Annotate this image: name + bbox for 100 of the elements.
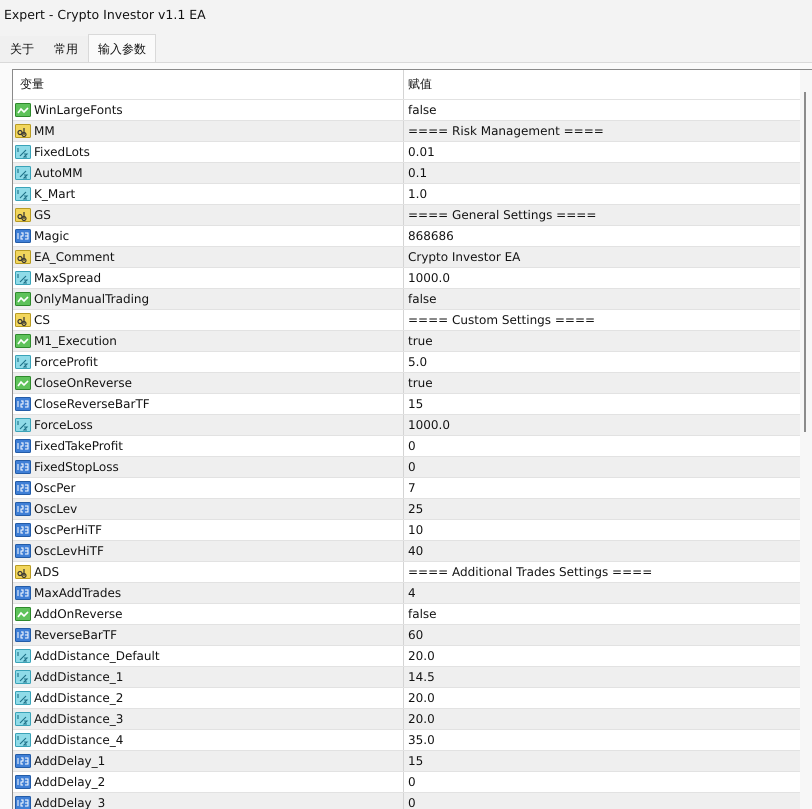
parameter-value[interactable]: 0: [408, 796, 416, 809]
column-header[interactable]: 赋值: [408, 77, 432, 91]
parameter-value[interactable]: ==== Custom Settings ====: [408, 313, 596, 327]
integer-type-icon: [15, 501, 31, 517]
integer-type-icon: [15, 585, 31, 601]
integer-type-icon: [15, 627, 31, 643]
parameter-name: AddDelay_2: [34, 774, 106, 791]
parameter-value[interactable]: 1.0: [408, 187, 428, 201]
scrollbar[interactable]: [800, 70, 812, 809]
parameter-value[interactable]: true: [408, 376, 433, 390]
parameter-name: ForceLoss: [34, 416, 93, 434]
parameter-value[interactable]: 7: [408, 481, 416, 495]
string-type-icon: [15, 249, 31, 265]
string-type-icon: [15, 564, 31, 580]
bool-chart-icon: [15, 102, 31, 118]
fraction-type-icon: [15, 270, 31, 286]
column-header[interactable]: 变量: [20, 70, 44, 99]
parameter-value[interactable]: 4: [408, 586, 416, 600]
parameter-value[interactable]: 20.0: [408, 649, 435, 663]
parameter-name: ADS: [34, 564, 60, 580]
scrollbar-thumb[interactable]: [804, 92, 806, 432]
parameter-value[interactable]: 15: [408, 754, 424, 768]
tab[interactable]: 输入参数: [88, 34, 156, 62]
parameter-value[interactable]: 25: [408, 502, 424, 516]
parameter-name: ForceProfit: [34, 354, 98, 370]
parameter-value[interactable]: ==== Risk Management ====: [408, 124, 604, 138]
integer-type-icon: [15, 228, 31, 244]
parameter-value[interactable]: 0: [408, 439, 416, 453]
integer-type-icon: [15, 753, 31, 769]
parameter-value[interactable]: 20.0: [408, 691, 435, 705]
parameter-name: AddOnReverse: [34, 606, 123, 622]
parameter-value[interactable]: 1000.0: [408, 418, 450, 432]
parameter-value[interactable]: 0: [408, 775, 416, 789]
integer-type-icon: [15, 774, 31, 790]
string-type-icon: [15, 312, 31, 328]
fraction-type-icon: [15, 165, 31, 181]
string-type-icon: [15, 123, 31, 139]
parameter-name: Magic: [34, 228, 70, 244]
fraction-type-icon: [15, 354, 31, 370]
bool-chart-icon: [15, 291, 31, 307]
parameter-name: CS: [34, 312, 50, 328]
parameter-name: K_Mart: [34, 186, 76, 203]
parameter-value[interactable]: 35.0: [408, 733, 435, 747]
parameter-name: AddDistance_1: [34, 668, 124, 686]
integer-type-icon: [15, 522, 31, 538]
integer-type-icon: [15, 543, 31, 559]
parameter-name: CloseReverseBarTF: [34, 396, 150, 412]
parameter-name: AddDistance_3: [34, 710, 124, 728]
parameter-value[interactable]: 5.0: [408, 355, 428, 369]
parameter-name: OscLev: [34, 500, 78, 518]
fraction-type-icon: [15, 648, 31, 664]
parameter-name: AddDistance_Default: [34, 648, 160, 665]
fraction-type-icon: [15, 186, 31, 202]
parameter-value[interactable]: 1000.0: [408, 271, 450, 285]
parameter-value[interactable]: false: [408, 103, 437, 117]
parameter-value[interactable]: 0.01: [408, 145, 435, 159]
parameter-name: M1_Execution: [34, 332, 117, 350]
parameter-name: ReverseBarTF: [34, 626, 117, 644]
parameter-value[interactable]: false: [408, 292, 437, 306]
parameter-name: FixedLots: [34, 144, 90, 160]
parameter-value[interactable]: 14.5: [408, 670, 435, 684]
integer-type-icon: [15, 438, 31, 454]
parameter-name: MM: [34, 122, 55, 140]
bool-chart-icon: [15, 606, 31, 622]
parameter-value[interactable]: ==== General Settings ====: [408, 208, 596, 222]
parameter-name: GS: [34, 206, 51, 224]
parameter-value[interactable]: 10: [408, 523, 424, 537]
parameter-value[interactable]: 0.1: [408, 166, 428, 180]
parameter-name: WinLargeFonts: [34, 102, 123, 118]
integer-type-icon: [15, 396, 31, 412]
parameter-name: OnlyManualTrading: [34, 290, 150, 308]
fraction-type-icon: [15, 417, 31, 433]
parameter-name: OscPerHiTF: [34, 522, 102, 538]
fraction-type-icon: [15, 144, 31, 160]
fraction-type-icon: [15, 711, 31, 727]
parameter-name: AddDelay_3: [34, 794, 106, 809]
parameter-name: AddDistance_2: [34, 690, 124, 707]
fraction-type-icon: [15, 732, 31, 748]
parameter-value[interactable]: 0: [408, 460, 416, 474]
parameter-value[interactable]: 20.0: [408, 712, 435, 726]
parameter-name: MaxAddTrades: [34, 584, 122, 602]
parameter-name: AutoMM: [34, 164, 83, 182]
integer-type-icon: [15, 795, 31, 809]
parameter-name: CloseOnReverse: [34, 374, 132, 392]
parameter-name: FixedTakeProfit: [34, 438, 123, 454]
integer-type-icon: [15, 480, 31, 496]
parameter-value[interactable]: false: [408, 607, 437, 621]
parameter-value[interactable]: ==== Additional Trades Settings ====: [408, 565, 652, 579]
integer-type-icon: [15, 459, 31, 475]
parameter-value[interactable]: 868686: [408, 229, 454, 243]
parameter-name: FixedStopLoss: [34, 458, 119, 476]
parameter-name: OscPer: [34, 480, 76, 496]
fraction-type-icon: [15, 669, 31, 685]
parameter-value[interactable]: 60: [408, 628, 424, 642]
parameter-value[interactable]: 40: [408, 544, 424, 558]
bool-chart-icon: [15, 375, 31, 391]
parameter-value[interactable]: Crypto Investor EA: [408, 250, 520, 264]
bool-chart-icon: [15, 333, 31, 349]
parameter-value[interactable]: 15: [408, 397, 424, 411]
parameter-value[interactable]: true: [408, 334, 433, 348]
